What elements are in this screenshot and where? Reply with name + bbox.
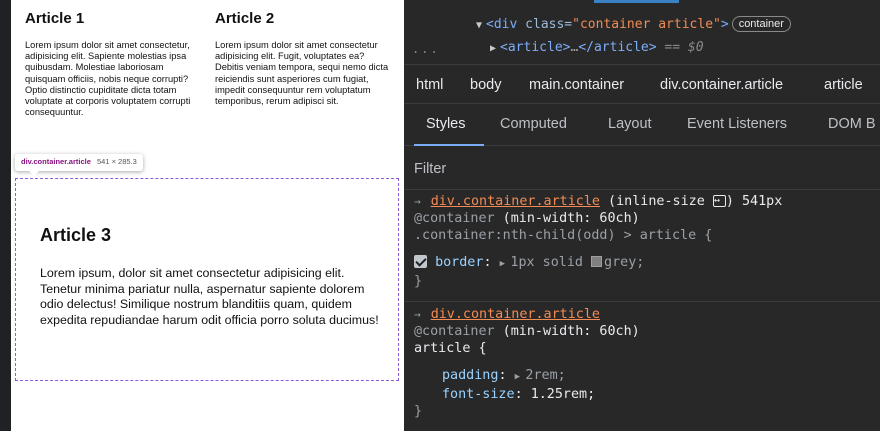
css-selector: article { [414, 341, 487, 356]
devtools-panel: ▼ <div class="container article"> containe… [404, 0, 880, 431]
container-link[interactable]: div.container.article [431, 307, 600, 322]
at-rule-condition: (min-width: 60ch) [494, 211, 640, 226]
highlighted-container[interactable]: Article 3 Lorem ipsum, dolor sit amet co… [15, 178, 399, 381]
css-property-name[interactable]: font-size [442, 387, 515, 402]
css-rule-border: → div.container.article (inline-size ) 5… [404, 192, 880, 302]
dom-ellipsis[interactable]: ... [412, 42, 440, 56]
dom-node-div[interactable]: ▼ <div class="container article"> containe… [476, 16, 791, 32]
css-rule-article: → div.container.article @container (min-… [404, 306, 880, 431]
article-1-body: Lorem ipsum dolor sit amet consectetur, … [25, 40, 191, 118]
inspect-tooltip: div.container.article 541 × 285.3 [15, 154, 143, 176]
color-swatch[interactable] [591, 256, 603, 267]
container-badge[interactable]: container [731, 16, 791, 32]
rule2-close: } [414, 404, 423, 419]
article-1: Article 1 Lorem ipsum dolor sit amet con… [21, 10, 203, 118]
rule1-declaration: border: ▶ 1px solid grey; [414, 254, 880, 273]
tab-computed[interactable]: Computed [500, 116, 567, 132]
expand-shorthand-icon[interactable]: ▶ [515, 372, 526, 382]
dom-node-article[interactable]: ▶ <article>…</article> == $0 [490, 40, 704, 55]
rule1-selector[interactable]: .container:nth-child(odd) > article { [414, 227, 880, 244]
rule1-at-rule: @container (min-width: 60ch) [414, 210, 880, 227]
css-property-name[interactable]: border [435, 255, 483, 270]
tooltip-element-size: 541 × 285.3 [96, 157, 137, 166]
css-colon: : [483, 255, 500, 270]
article-2-title: Article 2 [215, 10, 275, 27]
css-property-name[interactable]: padding [442, 368, 498, 383]
container-link[interactable]: div.container.article [431, 194, 600, 209]
article-2-body: Lorem ipsum dolor sit amet consectetur a… [215, 40, 389, 107]
tooltip-element-name: div.container.article [21, 157, 91, 166]
dom-tag-close: > [720, 17, 729, 32]
container-size-text: ) 541px [725, 194, 783, 209]
article-3: Article 3 Lorem ipsum, dolor sit amet co… [40, 225, 380, 328]
tab-styles[interactable]: Styles [426, 116, 466, 132]
breadcrumb-article[interactable]: article [824, 77, 863, 93]
dom-attr-name: class= [517, 17, 573, 32]
container-arrow-icon: → [414, 308, 421, 321]
property-checkbox[interactable] [414, 255, 427, 268]
at-rule-keyword: @container [414, 324, 495, 339]
styles-tabbar: Styles Computed Layout Event Listeners D… [404, 104, 880, 146]
breadcrumb: html body main.container div.container.a… [404, 64, 880, 104]
article-2: Article 2 Lorem ipsum dolor sit amet con… [211, 10, 393, 107]
dom-scroll-indicator [594, 0, 679, 3]
rule2-declaration-font-size: font-size: 1.25rem; [442, 387, 596, 402]
tab-layout[interactable]: Layout [608, 116, 652, 132]
container-query-text: (inline-size [600, 194, 713, 209]
dom-selected-marker: == $0 [656, 40, 704, 55]
dom-article-close: </article> [578, 40, 657, 55]
breadcrumb-body[interactable]: body [470, 77, 501, 93]
rule2-container-line: → div.container.article [414, 306, 880, 323]
rendered-page: Article 1 Lorem ipsum dolor sit amet con… [11, 0, 404, 431]
breadcrumb-main-container[interactable]: main.container [529, 77, 624, 93]
inline-size-icon [712, 192, 726, 209]
at-rule-condition: (min-width: 60ch) [494, 324, 640, 339]
css-selector: .container:nth-child(odd) > article { [414, 228, 713, 243]
expand-triangle-icon[interactable]: ▼ [476, 20, 482, 31]
article-3-title: Article 3 [40, 225, 112, 245]
container-arrow-icon: → [414, 195, 421, 208]
breadcrumb-div-container-article[interactable]: div.container.article [660, 77, 783, 93]
css-value-prefix[interactable]: 1px solid [510, 255, 591, 270]
tab-event-listeners[interactable]: Event Listeners [687, 116, 787, 132]
filter-input[interactable] [414, 158, 714, 180]
expand-shorthand-icon[interactable]: ▶ [500, 259, 511, 269]
rule1-container-line: → div.container.article (inline-size ) 5… [414, 192, 880, 210]
collapse-triangle-icon[interactable]: ▶ [490, 43, 496, 54]
page-viewport: Article 1 Lorem ipsum dolor sit amet con… [0, 0, 404, 431]
rule1-close: } [414, 274, 423, 289]
breadcrumb-html[interactable]: html [416, 77, 443, 93]
rule2-at-rule: @container (min-width: 60ch) [414, 323, 880, 340]
tab-dom-breakpoints[interactable]: DOM B [828, 116, 876, 132]
at-rule-keyword: @container [414, 211, 495, 226]
dom-article-open: <article> [500, 40, 571, 55]
rule2-selector[interactable]: article { [414, 340, 880, 357]
article-3-body: Lorem ipsum, dolor sit amet consectetur … [40, 266, 379, 327]
css-value-color[interactable]: grey [604, 255, 636, 270]
css-semicolon: ; [636, 255, 645, 270]
tooltip-arrow [29, 171, 39, 176]
css-property-value[interactable]: 1.25rem; [531, 387, 596, 402]
dom-tag-open: <div [486, 17, 518, 32]
rule2-declaration-padding: padding: ▶ 2rem; [442, 368, 566, 383]
dom-tree: ▼ <div class="container article"> containe… [404, 0, 880, 64]
filter-bar [404, 146, 880, 190]
dom-attr-value: "container article" [572, 17, 721, 32]
article-1-title: Article 1 [25, 10, 85, 27]
css-property-value[interactable]: 2rem; [525, 368, 565, 383]
